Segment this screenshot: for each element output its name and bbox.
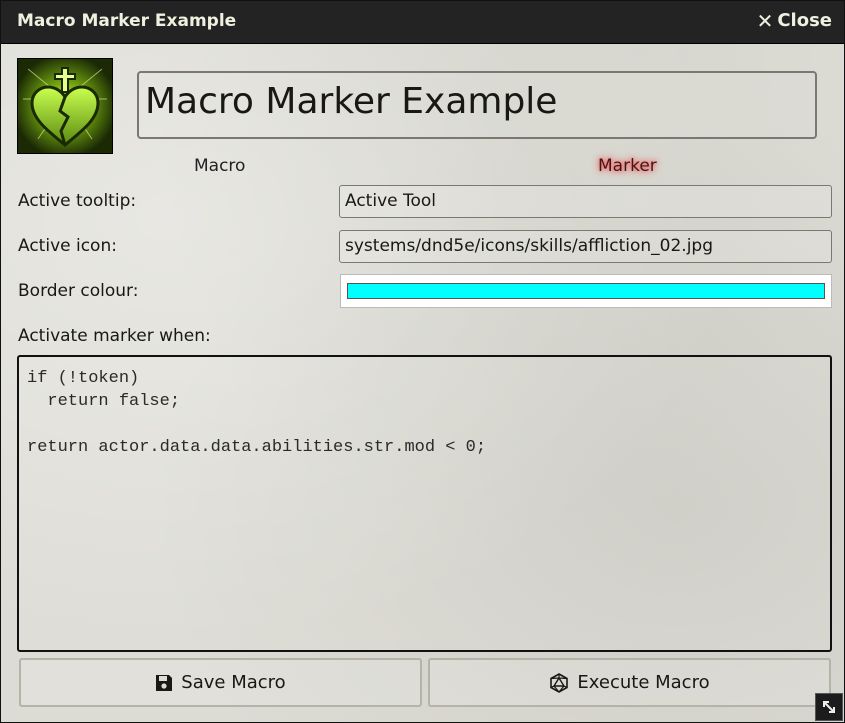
macro-name-text: Macro Marker Example <box>145 81 558 122</box>
execute-macro-label: Execute Macro <box>577 672 710 693</box>
tab-macro[interactable]: Macro <box>194 156 245 176</box>
border-colour-picker[interactable] <box>340 274 832 308</box>
close-label: Close <box>777 10 832 31</box>
active-icon-input[interactable]: systems/dnd5e/icons/skills/affliction_02… <box>339 230 832 263</box>
resize-handle-icon <box>823 701 835 713</box>
activate-marker-label: Activate marker when: <box>18 326 211 346</box>
execute-macro-button[interactable]: Execute Macro <box>428 658 831 707</box>
save-macro-label: Save Macro <box>181 672 286 693</box>
macro-config-window: Macro Marker Example ✕ Close Macro Marke… <box>0 0 845 723</box>
active-icon-label: Active icon: <box>18 236 117 256</box>
window-titlebar[interactable]: Macro Marker Example ✕ Close <box>1 1 844 44</box>
macro-image[interactable] <box>17 58 113 154</box>
save-macro-button[interactable]: Save Macro <box>19 658 422 707</box>
window-title: Macro Marker Example <box>17 11 237 31</box>
border-colour-label: Border colour: <box>18 281 139 301</box>
active-tooltip-input[interactable]: Active Tool <box>339 185 832 218</box>
active-icon-value: systems/dnd5e/icons/skills/affliction_02… <box>345 236 714 256</box>
active-tooltip-label: Active tooltip: <box>18 191 137 211</box>
tab-marker[interactable]: Marker <box>598 156 657 176</box>
activation-code-editor[interactable]: if (!token) return false; return actor.d… <box>17 355 832 652</box>
border-colour-swatch <box>347 283 825 299</box>
resize-handle[interactable] <box>815 693 843 721</box>
d20-dice-icon <box>550 672 569 693</box>
floppy-disk-icon <box>156 674 173 691</box>
close-x-icon: ✕ <box>756 8 774 33</box>
close-button[interactable]: ✕ Close <box>757 10 832 31</box>
active-tooltip-value: Active Tool <box>345 191 437 211</box>
macro-name-input[interactable]: Macro Marker Example <box>137 71 817 139</box>
broken-heart-cross-icon <box>18 59 112 153</box>
